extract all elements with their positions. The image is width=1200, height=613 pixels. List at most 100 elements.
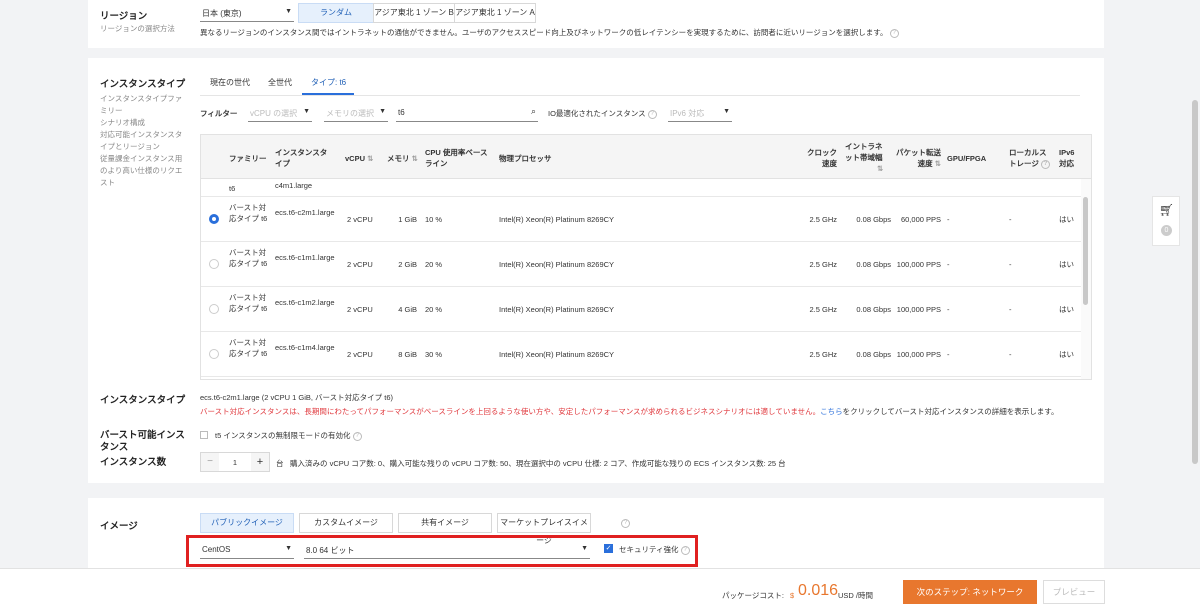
cell-family: バースト対応タイプ t6 [229,338,268,358]
preview-button[interactable]: プレビュー [1043,580,1105,604]
security-checkbox[interactable]: ✓ [604,544,613,553]
th-vcpu-text: vCPU [345,154,366,163]
help-icon[interactable]: ? [889,28,899,38]
vcpu-filter[interactable]: vCPU の選択 ▼ [248,104,312,122]
cell-clock: 2.5 GHz [809,260,837,269]
search-input[interactable]: t6 ⌕ [396,104,538,122]
table-row[interactable]: バースト対応タイプ t6 ecs.t6-c1m1.large 2 vCPU 2 GiB… [201,242,1081,287]
zone-random[interactable]: ランダム [298,3,374,23]
cell-type: ecs.t6-c1m4.large [275,343,335,352]
tab-public-image[interactable]: パブリックイメージ [200,513,294,533]
burst-warning-text: バースト対応インスタンスは、長期間にわたってパフォーマンスがベースラインを上回る… [200,407,821,416]
search-icon[interactable]: ⌕ [531,106,536,117]
footer-bar: パッケージコスト: $ 0.016 USD /時間 次のステップ: ネットワーク… [0,568,1200,613]
increment-button[interactable]: + [251,453,269,471]
th-bandwidth-text: イントラネット帯域幅 [845,142,883,162]
decrement-button[interactable]: − [201,453,219,471]
row-radio[interactable] [209,259,219,269]
chevron-down-icon: ▼ [285,8,292,15]
tab-custom-image[interactable]: カスタムイメージ [299,513,393,533]
cell-vcpu: 2 vCPU [347,215,373,224]
page-scrollbar[interactable] [1190,0,1200,568]
th-ipv6: IPv6 対応 [1059,148,1075,168]
cell-vcpu: 2 vCPU [347,350,373,359]
instance-type-label: インスタンスタイプ [100,79,186,90]
cart-widget[interactable]: 🛒︎ 0 [1152,196,1180,246]
th-bandwidth[interactable]: イントラネット帯域幅 ⇅ [845,141,889,174]
zone-a[interactable]: アジア東北 1 ゾーン A [454,3,536,23]
cell-ipv6: はい [1059,260,1074,269]
instance-type-panel: インスタンスタイプ インスタンスタイプファミリー シナリオ構成 対応可能インスタ… [88,58,1104,483]
burst-checkbox[interactable] [200,431,208,439]
cell-processor: Intel(R) Xeon(R) Platinum 8269CY [499,305,615,314]
link-type-family[interactable]: インスタンスタイプファミリー [100,93,186,117]
region-note-text: 異なるリージョンのインスタンス間ではイントラネットの通信ができません。ユーザのア… [200,28,888,37]
count-stepper[interactable]: − 1 + [200,452,270,472]
cell-vcpu: 2 vCPU [347,305,373,314]
cell-clock: 2.5 GHz [809,305,837,314]
link-type-region[interactable]: 対応可能インスタンスタイプとリージョン [100,129,186,153]
count-unit: 台 [276,459,284,468]
chevron-down-icon: ▼ [303,108,310,115]
th-baseline: CPU 使用率ベースライン [425,148,488,168]
link-spec-request[interactable]: 従量課金インスタンス用のより高い仕様のリクエスト [100,153,186,189]
help-icon[interactable]: ? [1040,159,1050,169]
region-note: 異なるリージョンのインスタンス間ではイントラネットの通信ができません。ユーザのア… [200,27,1100,38]
cell-processor: Intel(R) Xeon(R) Platinum 8269CY [499,260,615,269]
help-icon[interactable]: ? [680,545,690,555]
region-select[interactable]: 日本 (東京) ▼ [200,4,294,22]
help-icon[interactable]: ? [621,519,630,528]
table-row[interactable]: バースト対応タイプ t6 ecs.t6-c2m1.large 2 vCPU 1 GiB… [201,197,1081,242]
io-optimized-label: IO最適化されたインスタンス ? [548,108,657,119]
row-radio[interactable] [209,349,219,359]
help-icon[interactable]: ? [647,109,657,119]
cell-clock: 2.5 GHz [809,215,837,224]
cell-bandwidth: 0.08 Gbps [856,350,891,359]
link-scenario[interactable]: シナリオ構成 [100,117,186,129]
th-clock: クロック速度 [807,148,837,168]
version-select[interactable]: 8.0 64 ビット ▼ [304,541,590,559]
os-select[interactable]: CentOS ▼ [200,541,294,559]
next-step-button[interactable]: 次のステップ: ネットワーク [903,580,1037,604]
cell-storage: - [1009,305,1012,314]
cart-icon[interactable]: 🛒︎ [1159,203,1174,217]
page-scrollbar-thumb[interactable] [1192,100,1198,464]
chevron-down-icon: ▼ [581,545,588,552]
tab-shared-image[interactable]: 共有イメージ [398,513,492,533]
cell-ipv6: はい [1059,215,1074,224]
image-panel: イメージ パブリックイメージ カスタムイメージ 共有イメージ マーケットプレイス… [88,498,1104,568]
memory-filter[interactable]: メモリの選択 ▼ [324,104,388,122]
tab-all-gen[interactable]: 全世代 [268,77,292,88]
cell-processor: Intel(R) Xeon(R) Platinum 8269CY [499,350,615,359]
count-label: インスタンス数 [100,457,167,468]
cost-unit: USD /時間 [838,591,874,600]
table-row[interactable]: バースト対応タイプ t6 ecs.t6-c1m4.large 2 vCPU 8 GiB… [201,332,1081,377]
version-select-value: 8.0 64 ビット [306,546,355,555]
burst-warning-link[interactable]: こちら [820,407,843,416]
tab-marketplace-image[interactable]: マーケットプレイスイメージ [497,513,591,545]
table-scrollbar[interactable] [1081,179,1091,379]
help-icon[interactable]: ? [352,431,362,441]
tab-current-gen[interactable]: 現在の世代 [210,77,250,88]
row-radio[interactable] [209,214,219,224]
region-panel: リージョン リージョンの選択方法 日本 (東京) ▼ ランダム アジア東北 1 … [88,0,1104,48]
region-help-link[interactable]: リージョンの選択方法 [100,23,175,35]
th-memory[interactable]: メモリ ⇅ [387,153,418,164]
cell-bandwidth: 0.08 Gbps [856,215,891,224]
cell-family: バースト対応タイプ t6 [229,293,268,313]
tab-type-t6[interactable]: タイプ: t6 [311,77,346,88]
summary-value: ecs.t6-c2m1.large (2 vCPU 1 GiB, バースト対応タ… [200,393,393,402]
th-pps[interactable]: パケット転送速度 ⇅ [893,147,941,169]
sort-icon: ⇅ [934,159,941,168]
table-row[interactable]: バースト対応タイプ t6 ecs.t6-c1m2.large 2 vCPU 4 GiB… [201,287,1081,332]
ipv6-filter[interactable]: IPv6 対応 ▼ [668,104,732,122]
zone-b[interactable]: アジア東北 1 ゾーン B [373,3,455,23]
table-scrollbar-thumb[interactable] [1083,197,1088,305]
cost-label: パッケージコスト: [722,591,784,600]
burst-warning-tail: をクリックしてバースト対応インスタンスの詳細を表示します。 [842,407,1059,416]
region-label: リージョン [100,11,148,22]
cart-count: 0 [1161,225,1172,236]
th-vcpu[interactable]: vCPU ⇅ [345,153,373,164]
count-value[interactable]: 1 [219,457,251,468]
row-radio[interactable] [209,304,219,314]
